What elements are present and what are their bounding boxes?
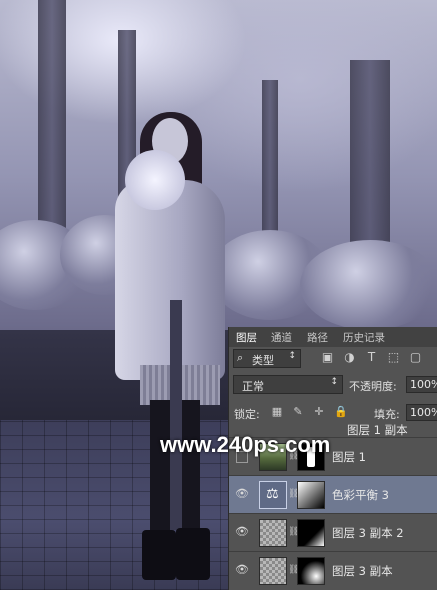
fill-label: 填充:: [374, 408, 400, 421]
layer-mask-thumbnail[interactable]: [297, 481, 325, 509]
blend-row: 正常 ↕ 不透明度: 100%: [229, 373, 437, 397]
leg: [180, 400, 200, 540]
layer-mask-thumbnail[interactable]: [297, 519, 325, 547]
tab-paths[interactable]: 路径: [307, 330, 328, 345]
pixel-filter-icon[interactable]: ▣: [321, 351, 334, 364]
leg: [150, 400, 172, 540]
opacity-label: 不透明度:: [349, 380, 397, 393]
filter-kind-dropdown[interactable]: ⌕ 类型 ↕: [233, 349, 301, 368]
adjustment-filter-icon[interactable]: ◑: [343, 351, 356, 364]
fur-collar: [125, 150, 185, 210]
tab-history[interactable]: 历史记录: [343, 330, 385, 345]
bush: [300, 240, 437, 330]
updown-icon: ↕: [288, 351, 296, 361]
tree-trunk: [350, 60, 390, 270]
filter-kind-label: 类型: [252, 354, 274, 367]
type-filter-icon[interactable]: T: [365, 351, 378, 364]
panel-tabs: 图层 通道 路径 历史记录: [229, 327, 437, 348]
layer-thumbnail: [259, 519, 287, 547]
adjustment-thumbnail: ⚖: [259, 481, 287, 509]
search-icon: ⌕: [237, 351, 244, 364]
boot: [142, 530, 176, 580]
layer-name: 色彩平衡 3: [332, 488, 389, 502]
lock-label: 锁定:: [234, 408, 260, 421]
layer-name: 图层 1 副本: [347, 424, 408, 436]
layer-name: 图层 3 副本 2: [332, 526, 404, 540]
smart-object-filter-icon[interactable]: ▢: [409, 351, 422, 364]
balance-scale-icon: ⚖: [266, 486, 279, 502]
coat-belt: [170, 300, 182, 530]
watermark: www.240ps.com: [160, 432, 331, 457]
lock-brush-icon[interactable]: ✎: [292, 406, 304, 418]
layer-name: 图层 1: [332, 450, 366, 464]
opacity-input[interactable]: 100%: [406, 376, 437, 393]
layer-mask-thumbnail[interactable]: [297, 557, 325, 585]
layer-row-selected[interactable]: 👁 ⚖ ⛓ 色彩平衡 3: [229, 475, 437, 513]
layers-panel: 图层 通道 路径 历史记录 ⌕ 类型 ↕ ▣ ◑ T ⬚ ▢ 正常 ↕ 不透明度…: [228, 327, 437, 590]
layer-row[interactable]: 👁 ⛓ 图层 3 副本 2: [229, 513, 437, 551]
lock-transparent-icon[interactable]: ▦: [271, 406, 283, 418]
eye-icon[interactable]: 👁: [235, 564, 249, 576]
layer-thumbnail: [259, 557, 287, 585]
lock-all-icon[interactable]: 🔒: [334, 406, 348, 418]
layer-name: 图层 3 副本: [332, 564, 393, 578]
link-icon: ⛓: [288, 565, 300, 575]
updown-icon: ↕: [330, 377, 338, 387]
lock-move-icon[interactable]: ✛: [313, 406, 325, 418]
blend-mode-label: 正常: [242, 380, 264, 393]
tab-layers[interactable]: 图层: [236, 330, 257, 345]
blend-mode-dropdown[interactable]: 正常 ↕: [233, 375, 343, 394]
link-icon: ⛓: [288, 527, 300, 537]
shape-filter-icon[interactable]: ⬚: [387, 351, 400, 364]
eye-icon[interactable]: 👁: [235, 488, 249, 500]
eye-icon[interactable]: 👁: [235, 526, 249, 538]
link-icon: ⛓: [288, 489, 300, 499]
layer-row[interactable]: 👁 ⛓ 图层 3 副本: [229, 551, 437, 589]
tab-channels[interactable]: 通道: [271, 330, 292, 345]
lock-row: 锁定: 填充: 100%: [229, 401, 437, 425]
boot: [176, 528, 210, 580]
fill-input[interactable]: 100%: [406, 404, 437, 421]
